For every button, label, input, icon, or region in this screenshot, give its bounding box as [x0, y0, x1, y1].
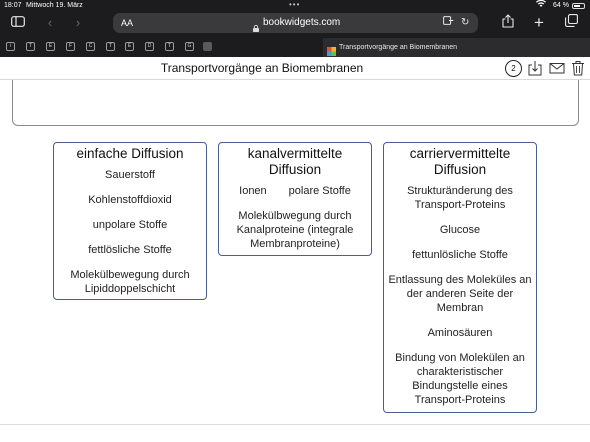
tab-favicon[interactable]: T — [165, 42, 174, 51]
tab-favicon[interactable]: F — [66, 42, 75, 51]
tab-favicon[interactable]: C — [86, 42, 95, 51]
drag-item[interactable]: Entlassung des Moleküles an der anderen … — [388, 273, 532, 315]
tab-title: Transportvorgänge an Biomembranen — [339, 44, 458, 51]
tab-favicon[interactable]: E — [46, 42, 55, 51]
tab-favicon[interactable]: G — [185, 42, 194, 51]
chevron-right-icon[interactable]: › — [69, 14, 87, 32]
category-kanalvermittelte-diffusion[interactable]: kanalvermittelte Diffusion Ionen polare … — [218, 142, 372, 256]
drag-item[interactable]: Kohlenstoffdioxid — [58, 193, 202, 207]
plus-icon[interactable]: + — [530, 14, 548, 32]
question-box — [12, 80, 579, 126]
share-icon[interactable] — [499, 14, 517, 32]
battery-icon — [572, 3, 585, 9]
tab-favicon[interactable]: E — [125, 42, 134, 51]
browser-toolbar: ‹ › AA bookwidgets.com ↻ + — [0, 11, 590, 35]
drag-item[interactable]: fettlösliche Stoffe — [58, 243, 202, 257]
browser-chrome: 18:07 Mittwoch 19. März ••• 64 % ‹ › AA … — [0, 0, 590, 57]
multitasking-dots-icon[interactable]: ••• — [289, 0, 300, 10]
url-text: bookwidgets.com — [263, 17, 341, 28]
lock-icon — [253, 19, 259, 32]
category-title: einfache Diffusion — [76, 146, 184, 161]
drag-item[interactable]: Sauerstoff — [58, 168, 202, 182]
tab-favicon[interactable]: T — [106, 42, 115, 51]
page-counter: 2 — [505, 60, 522, 77]
battery-percentage: 64 % — [553, 2, 569, 9]
item-row: Ionen polare Stoffe — [223, 184, 367, 198]
reload-icon[interactable]: ↻ — [461, 13, 469, 33]
download-icon[interactable] — [528, 60, 544, 76]
drag-item[interactable]: Glucose — [388, 223, 532, 237]
reader-icon[interactable] — [443, 13, 454, 33]
tab-favicon[interactable] — [203, 42, 212, 51]
divider — [0, 424, 590, 425]
category-einfache-diffusion[interactable]: einfache Diffusion Sauerstoff Kohlenstof… — [53, 142, 207, 300]
category-title: carriervermittelte Diffusion — [409, 146, 511, 177]
drag-item[interactable]: unpolare Stoffe — [58, 218, 202, 232]
drag-item[interactable]: Bindung von Molekülen an charakteristisc… — [388, 351, 532, 407]
tab-favicon[interactable]: D — [145, 42, 154, 51]
drag-item[interactable]: Ionen — [239, 184, 267, 198]
status-bar: 18:07 Mittwoch 19. März ••• 64 % — [0, 0, 590, 11]
tab-strip: i T E F C T E D T G Transportvorgänge an… — [0, 38, 590, 57]
tab-favicon[interactable]: T — [26, 42, 35, 51]
chevron-left-icon[interactable]: ‹ — [41, 14, 59, 32]
drag-item[interactable]: Molekülbwegung durch Kanalproteine (inte… — [223, 209, 367, 251]
drag-item[interactable]: Strukturänderung des Transport-Proteins — [388, 184, 532, 212]
page-title: Transportvorgänge an Biomembranen — [160, 61, 364, 75]
tabs-icon[interactable] — [562, 14, 580, 32]
status-date: Mittwoch 19. März — [26, 2, 83, 9]
drag-item[interactable]: fettunlösliche Stoffe — [388, 248, 532, 262]
tab-active[interactable]: Transportvorgänge an Biomembranen — [323, 38, 590, 57]
drag-item[interactable]: polare Stoffe — [289, 184, 351, 198]
page-header: Transportvorgänge an Biomembranen 2 — [0, 57, 590, 80]
category-carriervermittelte-diffusion[interactable]: carriervermittelte Diffusion Strukturänd… — [383, 142, 537, 413]
address-bar[interactable]: AA bookwidgets.com ↻ — [113, 13, 478, 33]
reader-options-button[interactable]: AA — [121, 13, 133, 33]
trash-icon[interactable] — [571, 60, 587, 76]
drag-item[interactable]: Molekülbewegung durch Lipiddoppelschicht — [58, 268, 202, 296]
tab-favicon[interactable]: i — [6, 42, 15, 51]
drag-item[interactable]: Aminosäuren — [388, 326, 532, 340]
category-title: kanalvermittelte Diffusion — [247, 146, 343, 177]
status-time: 18:07 — [4, 2, 22, 9]
sidebar-icon[interactable] — [9, 14, 27, 32]
bookwidgets-logo-icon — [327, 43, 336, 56]
mail-icon[interactable] — [549, 60, 565, 76]
